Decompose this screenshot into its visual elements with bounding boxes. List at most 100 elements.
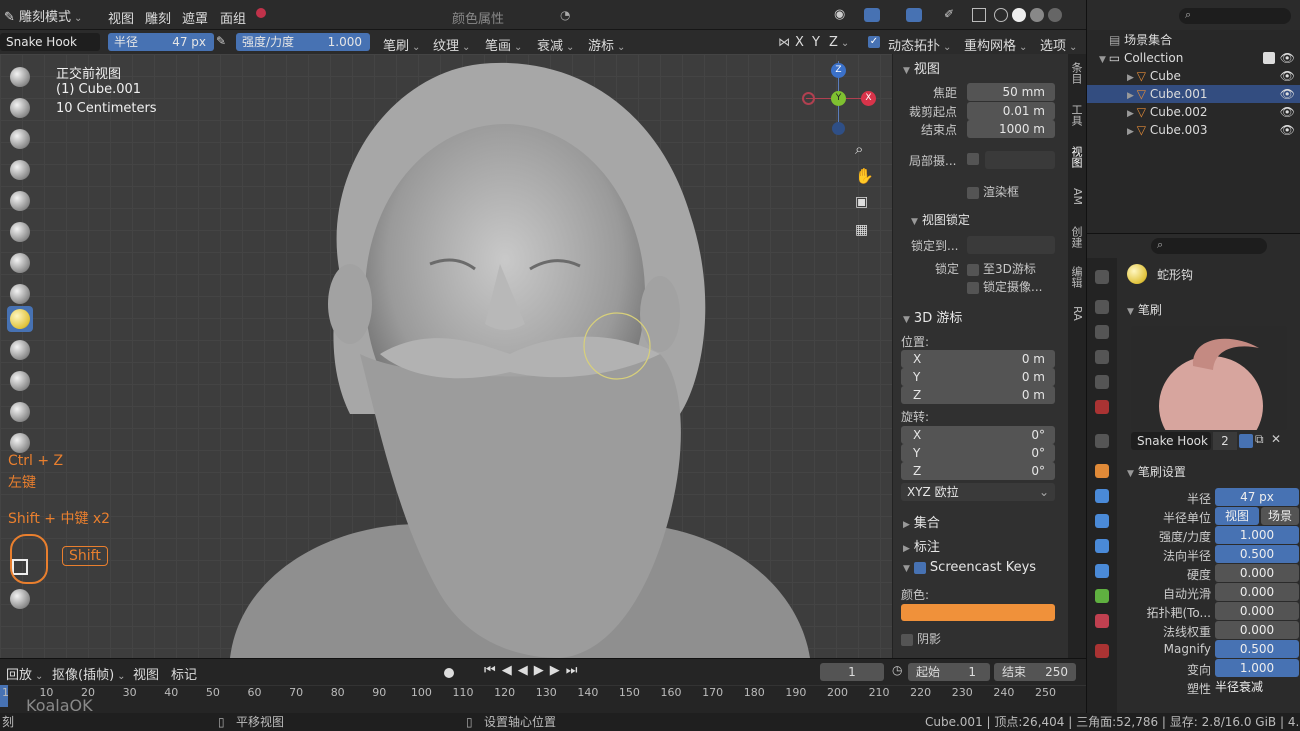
fake-user-shield-icon[interactable] — [1239, 434, 1253, 448]
outliner-item-cube-001[interactable]: ▶ ▽ Cube.001 👁 — [1087, 85, 1300, 103]
tool-snake-hook[interactable] — [7, 306, 33, 332]
brush-menu[interactable]: 笔刷 — [383, 35, 420, 54]
gizmo-toggle-icon[interactable] — [864, 8, 880, 22]
screencast-section-header[interactable]: ▼ Screencast Keys — [903, 560, 1036, 575]
timeline-marker-menu[interactable]: 标记 — [171, 664, 197, 683]
clip-start-field[interactable]: 0.01 m — [967, 102, 1055, 120]
view-lock-header[interactable]: ▼ 视图锁定 — [911, 211, 970, 228]
outliner-search-input[interactable]: ⌕ — [1179, 8, 1291, 24]
pan-hand-icon[interactable]: ✋ — [855, 167, 874, 185]
tab-ra[interactable]: RA — [1070, 306, 1084, 321]
mode-selector[interactable]: ✎ 雕刻模式 — [4, 6, 98, 25]
brush-settings-section-header[interactable]: ▼ 笔刷设置 — [1127, 463, 1186, 480]
symmetry-z[interactable]: Z — [829, 35, 849, 50]
tool-flatten[interactable] — [7, 368, 33, 394]
remesh-menu[interactable]: 重构网格 — [964, 35, 1027, 54]
brush-section-header[interactable]: ▼ 笔刷 — [1127, 301, 1162, 318]
object-tab-icon[interactable] — [1095, 464, 1109, 478]
setting-value-6[interactable]: 0.000 — [1215, 602, 1299, 620]
shadow-checkbox[interactable]: 阴影 — [901, 630, 941, 647]
eye-icon[interactable]: 👁 — [1280, 121, 1295, 139]
cursor-rot-z[interactable]: Z 0° — [901, 462, 1055, 480]
tool-draw-sharp[interactable] — [7, 95, 33, 121]
cursor-rot-x[interactable]: X 0° — [901, 426, 1055, 444]
cursor-rot-y[interactable]: Y 0° — [901, 444, 1055, 462]
rotation-mode-select[interactable]: XYZ 欧拉 ⌄ — [901, 483, 1055, 501]
setting-value-8[interactable]: 0.500 — [1215, 640, 1299, 658]
tool-clay[interactable] — [7, 126, 33, 152]
outliner-item-cube[interactable]: ▶ ▽ Cube 👁 — [1087, 67, 1300, 85]
cursor-loc-z[interactable]: Z0 m — [901, 386, 1055, 404]
menu-mask[interactable]: 遮罩 — [182, 8, 208, 27]
tool-fill[interactable] — [7, 399, 33, 425]
collection-tab-icon[interactable] — [1095, 434, 1109, 448]
scene-collection-row[interactable]: ▤ 场景集合 — [1087, 31, 1300, 49]
gizmo-z[interactable]: Z — [831, 63, 846, 78]
gizmo-neg-x[interactable] — [802, 92, 815, 105]
material-tab-icon[interactable] — [1095, 614, 1109, 628]
xray-toggle-icon[interactable] — [972, 8, 986, 22]
gizmo-x[interactable]: X — [861, 91, 876, 106]
camera-icon[interactable]: ▣ — [855, 194, 868, 210]
tool-draw[interactable] — [7, 64, 33, 90]
menu-face-sets[interactable]: 面组 — [220, 8, 246, 27]
timeline-playback-menu[interactable]: 回放 — [6, 664, 43, 683]
end-frame-field[interactable]: 结束 250 — [994, 663, 1076, 681]
dyntopo-menu[interactable]: 动态拓扑 — [888, 35, 951, 54]
eye-icon[interactable]: 👁 — [1280, 49, 1295, 67]
symmetry-y[interactable]: Y — [812, 35, 820, 50]
texture-menu[interactable]: 纹理 — [433, 35, 470, 54]
setting-value-9[interactable]: 1.000 — [1215, 659, 1299, 677]
brush-name-field[interactable]: Snake Hook — [0, 33, 100, 51]
focal-field[interactable]: 50 mm — [967, 83, 1055, 101]
tool-tab-icon[interactable] — [1095, 270, 1109, 284]
symmetry-x[interactable]: X — [795, 35, 804, 50]
symmetry-icon[interactable]: ⋈ — [778, 35, 790, 49]
constraints-tab-icon[interactable] — [1095, 564, 1109, 578]
overlay-toggle-icon[interactable] — [906, 8, 922, 22]
setting-value-7[interactable]: 0.000 — [1215, 621, 1299, 639]
tab-create[interactable]: 创建 — [1070, 226, 1084, 248]
options-menu[interactable]: 选项 — [1040, 35, 1077, 54]
screencast-checkbox[interactable] — [913, 561, 926, 574]
physics-tab-icon[interactable] — [1095, 539, 1109, 553]
eyedropper-icon[interactable]: ✐ — [944, 7, 954, 21]
tab-tool[interactable]: 工具 — [1070, 104, 1084, 126]
shading-wireframe-icon[interactable] — [994, 8, 1008, 22]
cursor-loc-y[interactable]: Y0 m — [901, 368, 1055, 386]
menu-sculpt[interactable]: 雕刻 — [145, 8, 171, 27]
visibility-icon[interactable]: ◉ — [834, 7, 845, 22]
particles-tab-icon[interactable] — [1095, 514, 1109, 528]
tool-blob[interactable] — [7, 250, 33, 276]
tool-smooth[interactable] — [7, 337, 33, 363]
falloff-menu[interactable]: 衰减 — [537, 35, 574, 54]
world-tab-icon[interactable] — [1095, 400, 1109, 414]
tool-crease[interactable] — [7, 281, 33, 307]
tool-clay-strips[interactable] — [7, 157, 33, 183]
setting-value-3[interactable]: 0.500 — [1215, 545, 1299, 563]
texture-tab-icon[interactable] — [1095, 644, 1109, 658]
collection-row[interactable]: ▼ ▭ Collection 👁 — [1087, 49, 1300, 67]
pivot-icon[interactable]: ◔ — [560, 8, 578, 22]
setting-value-0[interactable]: 47 px — [1215, 488, 1299, 506]
tool-transform[interactable] — [7, 586, 33, 612]
strength-field[interactable]: 强度/力度 1.000 — [236, 33, 370, 51]
pressure-radius-icon[interactable]: ✎ — [216, 34, 226, 48]
collections-section-header[interactable]: ▶ 集合 — [903, 512, 940, 531]
stroke-menu[interactable]: 笔画 — [485, 35, 522, 54]
screencast-color-swatch[interactable] — [901, 604, 1055, 621]
lock-to-field[interactable] — [967, 236, 1055, 254]
grid-icon[interactable]: ▦ — [855, 222, 868, 238]
annotations-section-header[interactable]: ▶ 标注 — [903, 536, 940, 555]
eye-icon[interactable]: 👁 — [1280, 85, 1295, 103]
zoom-icon[interactable]: ⌕ — [855, 140, 863, 158]
tool-layer[interactable] — [7, 188, 33, 214]
dyntopo-checkbox[interactable]: ✓ — [868, 36, 880, 48]
cursor-menu[interactable]: 游标 — [588, 35, 625, 54]
local-camera-checkbox[interactable] — [967, 153, 979, 165]
radius-unit-view[interactable]: 视图 — [1215, 507, 1259, 525]
local-camera-field[interactable] — [985, 151, 1055, 169]
gizmo-neg-z[interactable] — [832, 122, 845, 135]
lock-camera-checkbox[interactable]: 锁定摄像... — [967, 278, 1042, 295]
timeline-view-menu[interactable]: 视图 — [133, 664, 159, 683]
